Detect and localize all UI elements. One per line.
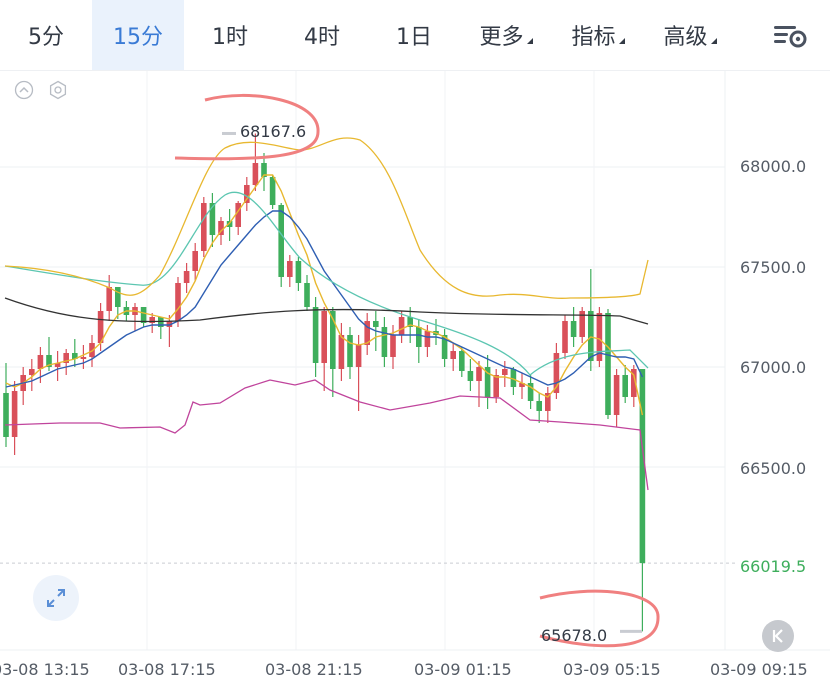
candle [347,335,353,367]
candle [355,345,362,367]
candle [201,203,207,251]
y-tick-label: 67000.0 [740,358,807,377]
candle [37,355,44,369]
candle [459,351,465,371]
x-tick-label: 03-08 21:15 [265,660,363,679]
reset-k-button[interactable] [762,620,794,652]
expand-button[interactable] [33,575,79,621]
candle [252,163,259,185]
expand-icon [47,589,65,607]
candle [11,391,18,437]
candle [321,311,327,363]
candle [3,393,9,437]
candle [562,321,568,353]
current-price-label: 66019.5 [740,557,807,576]
candle [622,375,628,397]
candle [613,375,620,415]
candle [235,203,241,227]
candle [80,357,87,359]
candle [424,331,431,347]
candle [278,205,284,277]
candle [476,367,482,381]
x-tick-label: 03-08 13:15 [0,660,90,679]
candle [605,313,611,415]
candle [295,261,302,283]
boll-lower [4,379,649,491]
candle [416,327,422,347]
x-tick-label: 03-09 09:15 [710,660,808,679]
y-tick-label: 68000.0 [740,157,807,176]
candle [29,369,35,375]
x-tick-label: 03-08 17:15 [118,660,216,679]
candle [570,321,577,337]
candlestick-chart[interactable] [0,0,830,696]
candle [192,251,198,271]
candle [312,307,319,363]
candle [493,375,499,397]
candle [536,401,542,411]
candle [338,335,345,369]
candle [140,307,147,323]
candle [106,287,112,311]
candle [398,317,405,335]
y-tick-label: 67500.0 [740,258,807,277]
candle [115,287,121,307]
x-tick-label: 03-09 01:15 [414,660,512,679]
candle [502,369,508,375]
high-price-marker: 68167.6 [240,122,307,141]
candle [244,185,250,203]
candle [373,321,379,327]
candle [450,351,456,359]
candles [3,133,646,632]
low-price-marker: 65678.0 [541,626,608,645]
candle [381,327,388,357]
candle [287,261,293,277]
chart-grid [0,71,830,651]
candle [269,177,276,205]
candle [183,271,190,283]
candle [588,311,594,361]
x-tick-label: 03-09 05:15 [563,660,661,679]
candle [304,283,310,307]
candle [467,371,474,381]
reset-k-icon [772,629,783,643]
y-tick-label: 66500.0 [740,459,807,478]
candle [175,283,181,321]
candle [390,335,396,357]
